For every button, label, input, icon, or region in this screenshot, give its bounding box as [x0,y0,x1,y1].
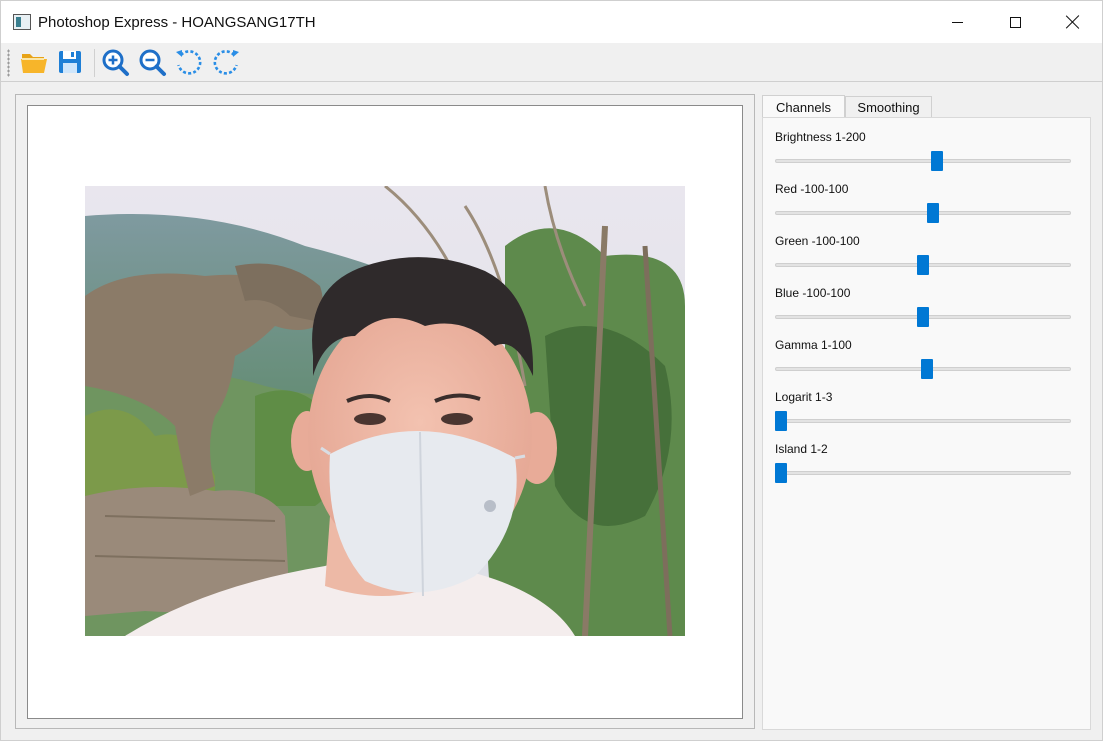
tab-smoothing[interactable]: Smoothing [845,96,932,119]
zoom-in-icon [102,49,129,76]
minimize-icon [951,21,963,23]
logarit-slider-label: Logarit 1-3 [775,390,833,404]
toolbar [1,43,1102,82]
brightness-slider[interactable] [775,159,1071,163]
brightness-slider-handle[interactable] [930,151,943,171]
gamma-slider-label: Gamma 1-100 [775,338,852,352]
brightness-slider-label: Brightness 1-200 [775,130,866,144]
blue-slider-label: Blue -100-100 [775,286,851,300]
window-title: Photoshop Express - HOANGSANG17TH [38,14,316,31]
blue-slider-handle[interactable] [917,307,929,327]
green-slider-handle[interactable] [917,255,929,275]
logarit-slider-handle[interactable] [775,411,787,431]
island-slider-handle[interactable] [775,463,787,483]
close-button[interactable] [1044,1,1102,43]
app-icon [13,14,31,30]
minimize-button[interactable] [928,1,986,43]
photo-image [85,186,685,636]
red-slider[interactable] [775,211,1071,215]
island-slider-label: Island 1-2 [775,442,828,456]
zoom-in-button[interactable] [99,46,131,78]
green-slider-label: Green -100-100 [775,234,860,248]
rotate-left-button[interactable] [173,46,205,78]
open-button[interactable] [18,46,50,78]
gamma-slider-handle[interactable] [921,359,934,379]
toolbar-grip[interactable] [7,49,10,77]
save-button[interactable] [54,46,86,78]
close-icon [1066,15,1080,29]
maximize-button[interactable] [986,1,1044,43]
title-bar: Photoshop Express - HOANGSANG17TH [1,1,1102,43]
zoom-out-button[interactable] [136,46,168,78]
tab-channels[interactable]: Channels [762,95,845,119]
toolbar-separator [94,49,95,77]
rotate-left-icon [176,50,202,75]
rotate-right-icon [213,50,239,75]
app-window: Photoshop Express - HOANGSANG17TH Channe… [0,0,1103,741]
logarit-slider[interactable] [775,419,1071,423]
red-slider-handle[interactable] [926,203,939,223]
maximize-icon [1009,16,1021,28]
save-icon [59,51,81,73]
zoom-out-icon [139,49,166,76]
red-slider-label: Red -100-100 [775,182,849,196]
folder-open-icon [21,54,47,73]
rotate-right-button[interactable] [210,46,242,78]
island-slider[interactable] [775,471,1071,475]
image-preview [85,186,685,636]
